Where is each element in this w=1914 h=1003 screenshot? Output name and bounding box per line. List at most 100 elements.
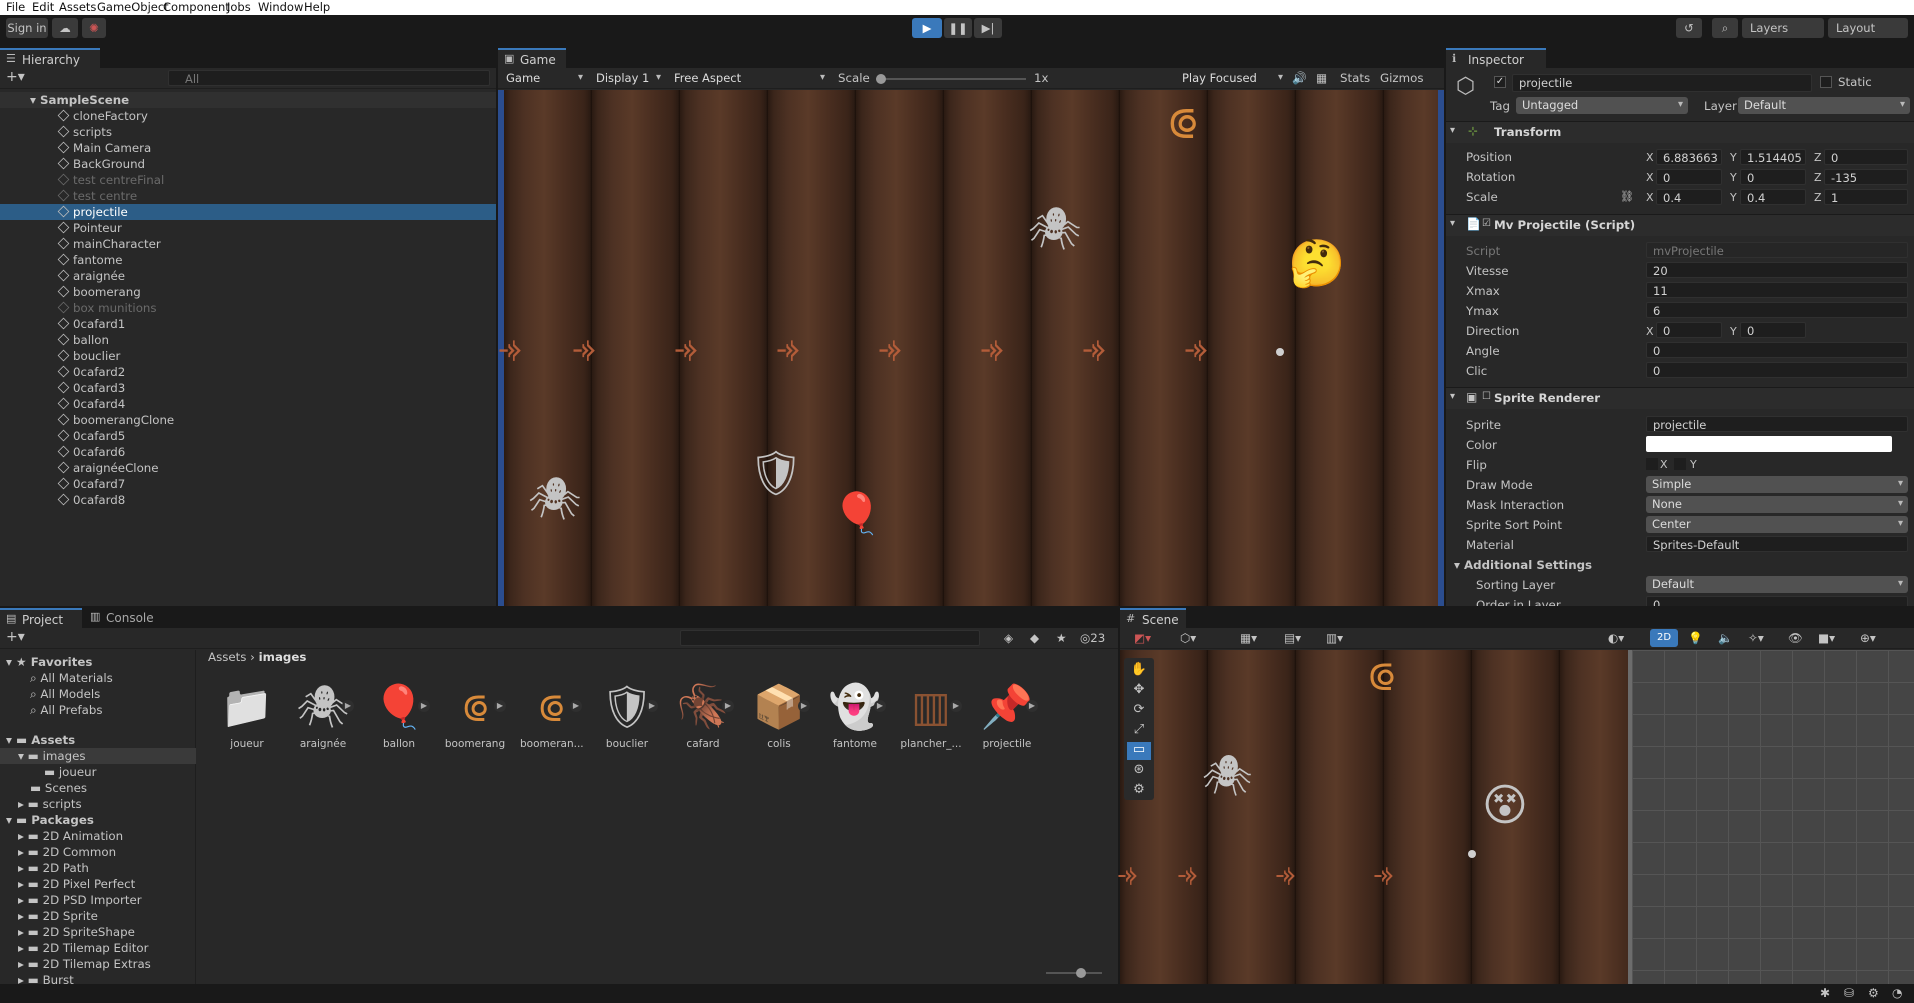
- shading-icon[interactable]: ◐▾: [1608, 631, 1624, 645]
- folder-scripts[interactable]: ▸ ▬ scripts: [0, 796, 82, 812]
- material-field[interactable]: Sprites-Default: [1646, 536, 1908, 552]
- object-name-input[interactable]: projectile: [1512, 74, 1812, 92]
- menu-gameobject[interactable]: GameObject: [97, 0, 169, 14]
- expand-arrow-icon[interactable]: ▶: [342, 700, 354, 712]
- hierarchy-item[interactable]: 0cafard6: [0, 444, 496, 460]
- package-item[interactable]: ▸ ▬ 2D Common: [0, 844, 116, 860]
- cloud-icon[interactable]: ☁: [52, 18, 78, 38]
- grid-icon[interactable]: ▦: [1316, 71, 1327, 85]
- display-dropdown[interactable]: Display 1: [590, 70, 666, 87]
- ymax-input[interactable]: 6: [1646, 302, 1908, 318]
- hierarchy-item[interactable]: cloneFactory: [0, 108, 496, 124]
- expand-arrow-icon[interactable]: ▶: [570, 700, 582, 712]
- script-component-header[interactable]: ▾ 📄 ☑ Mv Projectile (Script): [1446, 214, 1914, 236]
- icon-size-slider[interactable]: [1046, 968, 1102, 978]
- expand-arrow-icon[interactable]: ▶: [1026, 700, 1038, 712]
- asset-item[interactable]: 🛡 bouclier ▶: [596, 680, 658, 750]
- breadcrumb-assets[interactable]: Assets: [208, 650, 246, 664]
- asset-item[interactable]: 📦 colis ▶: [748, 680, 810, 750]
- scene-viewport[interactable]: ⚶ ⚶ ⚶ ⚶ 🕷 ⟃ 😵 ✋ ✥ ⟳ ⤢ ▭ ⊛ ⚙: [1112, 650, 1914, 984]
- menu-jobs[interactable]: Jobs: [227, 0, 251, 14]
- package-item[interactable]: ▸ ▬ 2D Animation: [0, 828, 123, 844]
- add-icon[interactable]: +▾: [6, 69, 25, 85]
- aspect-dropdown[interactable]: Free Aspect: [668, 70, 830, 87]
- tab-console[interactable]: ▥ Console: [84, 608, 168, 628]
- enabled-checkbox[interactable]: ☐: [1482, 391, 1491, 402]
- rotation-x-input[interactable]: 0: [1656, 169, 1722, 185]
- 2d-toggle-button[interactable]: 2D: [1650, 629, 1678, 647]
- gizmos-icon[interactable]: ⊕▾: [1860, 631, 1876, 645]
- flip-x-checkbox[interactable]: [1646, 458, 1658, 470]
- folder-images[interactable]: ▾ ▬ images: [0, 748, 196, 764]
- position-y-input[interactable]: 1.514405: [1740, 149, 1806, 165]
- hierarchy-item[interactable]: mainCharacter: [0, 236, 496, 252]
- hierarchy-item[interactable]: boomerang: [0, 284, 496, 300]
- hierarchy-item[interactable]: 0cafard3: [0, 380, 496, 396]
- asset-item[interactable]: 🪳 cafard ▶: [672, 680, 734, 750]
- hierarchy-item[interactable]: 0cafard1: [0, 316, 496, 332]
- lighting-icon[interactable]: 💡: [1688, 631, 1703, 645]
- scene-root[interactable]: ▾ SampleScene: [0, 92, 496, 108]
- folder-joueur[interactable]: ▬ joueur: [0, 764, 96, 780]
- history-icon[interactable]: ↺: [1676, 18, 1702, 38]
- play-focused-dropdown[interactable]: Play Focused: [1176, 70, 1288, 87]
- filter-type-icon[interactable]: ◈: [1004, 631, 1013, 645]
- menu-help[interactable]: Help: [304, 0, 330, 14]
- bug-icon[interactable]: ✱: [1820, 986, 1830, 1000]
- menu-window[interactable]: Window: [258, 0, 303, 14]
- sorting-layer-dropdown[interactable]: Default: [1646, 576, 1908, 593]
- asset-item[interactable]: ⟃ boomerang ▶: [444, 680, 506, 750]
- hierarchy-item[interactable]: 0cafard8: [0, 492, 496, 508]
- order-input[interactable]: 0: [1646, 596, 1908, 606]
- asset-item[interactable]: 🎈 ballon ▶: [368, 680, 430, 750]
- package-item[interactable]: ▸ ▬ 2D SpriteShape: [0, 924, 135, 940]
- hierarchy-item[interactable]: box munitions: [0, 300, 496, 316]
- expand-arrow-icon[interactable]: ▶: [494, 700, 506, 712]
- hierarchy-item[interactable]: fantome: [0, 252, 496, 268]
- increment-snap-icon[interactable]: ▥▾: [1326, 631, 1343, 645]
- rect-tool-icon[interactable]: ▭: [1127, 742, 1151, 760]
- tab-scene[interactable]: # Scene: [1120, 608, 1186, 628]
- package-item[interactable]: ▸ ▬ 2D Pixel Perfect: [0, 876, 135, 892]
- hierarchy-item[interactable]: scripts: [0, 124, 496, 140]
- menu-assets[interactable]: Assets: [59, 0, 96, 14]
- hierarchy-search-input[interactable]: All: [168, 70, 490, 86]
- direction-y-input[interactable]: 0: [1740, 322, 1806, 338]
- assets-foldout[interactable]: ▾ ▬ Assets: [0, 732, 75, 748]
- hierarchy-item[interactable]: test centreFinal: [0, 172, 496, 188]
- packages-foldout[interactable]: ▾ ▬ Packages: [0, 812, 94, 828]
- rotate-tool-icon[interactable]: ⟳: [1127, 702, 1151, 720]
- scale-tool-icon[interactable]: ⤢: [1127, 722, 1151, 740]
- collab-icon[interactable]: ✺: [82, 18, 106, 38]
- expand-arrow-icon[interactable]: ▶: [722, 700, 734, 712]
- settings-icon[interactable]: ⚙: [1868, 986, 1879, 1000]
- color-swatch[interactable]: [1646, 436, 1892, 452]
- search-icon[interactable]: ⌕: [1712, 18, 1738, 38]
- sprite-renderer-header[interactable]: ▾ ▣ ☐ Sprite Renderer: [1446, 387, 1914, 409]
- asset-item[interactable]: ⟃ boomeran... ▶: [520, 680, 584, 750]
- layout-dropdown[interactable]: Layout: [1828, 18, 1908, 38]
- flip-y-checkbox[interactable]: [1674, 458, 1686, 470]
- draw-mode-dropdown[interactable]: Simple: [1646, 476, 1908, 493]
- cache-icon[interactable]: ⛁: [1844, 986, 1854, 1000]
- expand-arrow-icon[interactable]: ▶: [646, 700, 658, 712]
- label-icon[interactable]: ◆: [1030, 631, 1039, 645]
- asset-item[interactable]: 📁 joueur: [216, 680, 278, 750]
- pause-button[interactable]: ❚❚: [944, 18, 972, 38]
- expand-arrow-icon[interactable]: ▶: [798, 700, 810, 712]
- package-item[interactable]: ▸ ▬ 2D Tilemap Extras: [0, 956, 151, 972]
- asset-item[interactable]: 👻 fantome ▶: [824, 680, 886, 750]
- package-item[interactable]: ▸ ▬ 2D Path: [0, 860, 89, 876]
- custom-tool-icon[interactable]: ⚙: [1127, 782, 1151, 798]
- hierarchy-item[interactable]: araignéeClone: [0, 460, 496, 476]
- enabled-checkbox[interactable]: ☑: [1482, 218, 1491, 229]
- layer-dropdown[interactable]: Default: [1738, 97, 1910, 114]
- direction-x-input[interactable]: 0: [1656, 322, 1722, 338]
- hand-tool-icon[interactable]: ✋: [1127, 662, 1151, 680]
- effects-icon[interactable]: ✧▾: [1748, 631, 1764, 645]
- hierarchy-item[interactable]: bouclier: [0, 348, 496, 364]
- expand-arrow-icon[interactable]: ▶: [950, 700, 962, 712]
- hierarchy-item[interactable]: araignée: [0, 268, 496, 284]
- tab-project[interactable]: ▤ Project: [0, 608, 82, 628]
- tab-game[interactable]: ▣ Game: [498, 48, 566, 68]
